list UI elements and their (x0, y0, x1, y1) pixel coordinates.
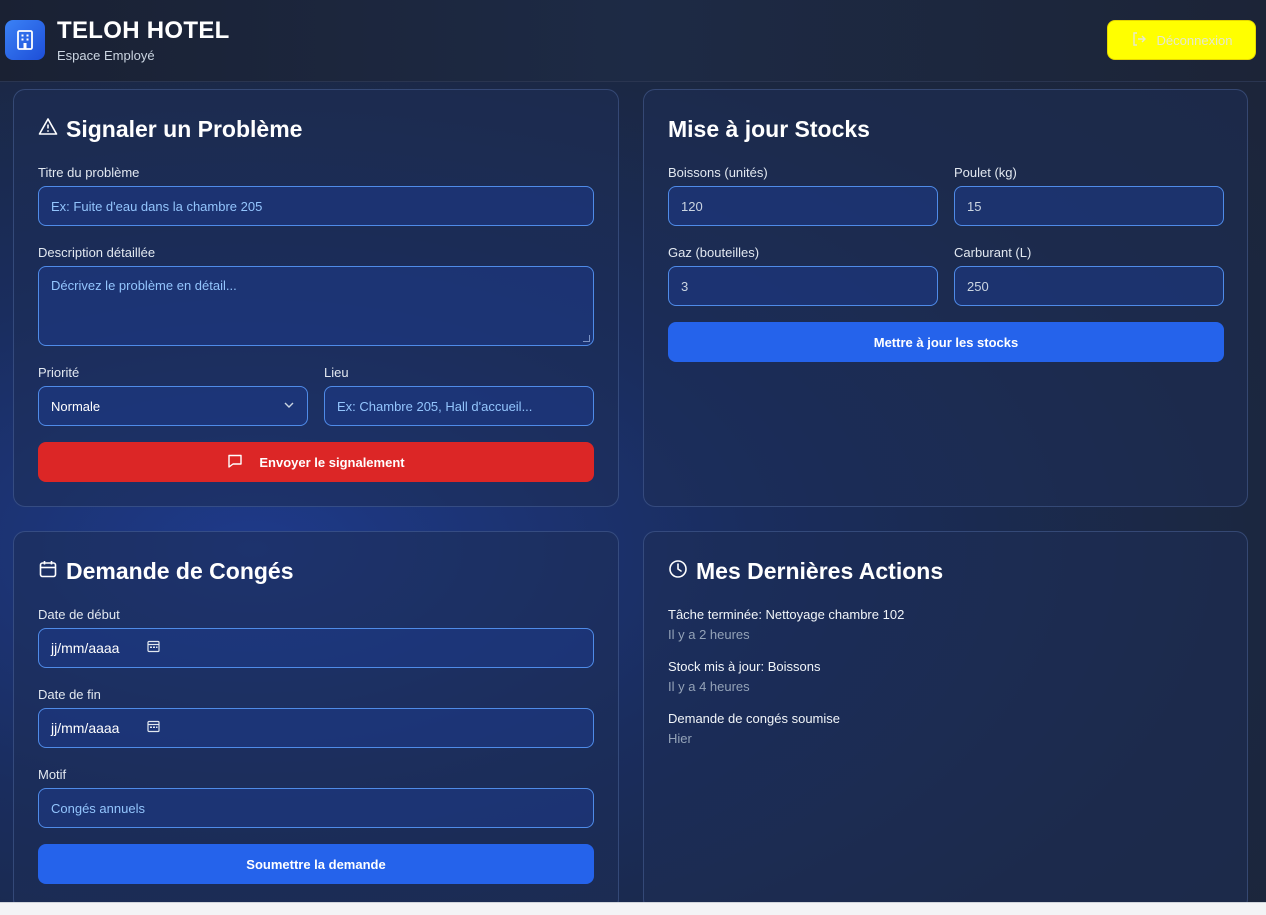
end-date-label: Date de fin (38, 687, 101, 702)
calendar-picker-icon[interactable] (147, 640, 161, 656)
recent-actions-title: Mes Dernières Actions (696, 558, 944, 584)
start-date-input[interactable]: jj/mm/aaaa (38, 628, 594, 668)
bottom-edge (0, 902, 1266, 915)
logout-icon (1131, 31, 1147, 50)
priority-label: Priorité (38, 365, 80, 380)
app-subtitle: Espace Employé (57, 48, 155, 63)
end-date-placeholder: jj/mm/aaaa (51, 720, 120, 736)
reason-label: Motif (38, 767, 67, 782)
logout-button[interactable]: Déconnexion (1107, 20, 1256, 60)
reason-input[interactable]: Congés annuels (38, 788, 594, 828)
top-header: TELOH HOTEL Espace Employé Déconnexion (0, 0, 1266, 82)
gas-label: Gaz (bouteilles) (668, 245, 760, 260)
drinks-input[interactable]: 120 (668, 186, 938, 226)
gas-input[interactable]: 3 (668, 266, 938, 306)
recent-actions-heading: Mes Dernières Actions (668, 558, 943, 585)
action-item-time: Hier (668, 731, 692, 746)
priority-value: Normale (51, 398, 101, 414)
chevron-down-icon (283, 399, 295, 414)
send-report-button[interactable]: Envoyer le signalement (38, 442, 594, 482)
location-input[interactable]: Ex: Chambre 205, Hall d'accueil... (324, 386, 594, 426)
action-item-title: Stock mis à jour: Boissons (668, 659, 821, 674)
description-label: Description détaillée (38, 245, 156, 260)
fuel-label: Carburant (L) (954, 245, 1032, 260)
message-square-icon (227, 453, 243, 472)
leave-request-heading: Demande de Congés (38, 558, 294, 585)
start-date-placeholder: jj/mm/aaaa (51, 640, 120, 656)
drinks-label: Boissons (unités) (668, 165, 768, 180)
priority-select[interactable]: Normale (38, 386, 308, 426)
leave-request-card: Demande de Congés Date de début jj/mm/aa… (13, 531, 619, 911)
report-problem-card: Signaler un Problème Titre du problème E… (13, 89, 619, 507)
location-label: Lieu (324, 365, 349, 380)
fuel-input[interactable]: 250 (954, 266, 1224, 306)
hotel-building-icon (5, 20, 45, 60)
resize-handle[interactable] (583, 335, 590, 342)
app-title: TELOH HOTEL (57, 17, 230, 44)
end-date-input[interactable]: jj/mm/aaaa (38, 708, 594, 748)
problem-title-input[interactable]: Ex: Fuite d'eau dans la chambre 205 (38, 186, 594, 226)
send-report-label: Envoyer le signalement (259, 454, 405, 470)
warning-triangle-icon (38, 116, 58, 143)
submit-leave-button[interactable]: Soumettre la demande (38, 844, 594, 884)
description-placeholder: Décrivez le problème en détail... (51, 278, 237, 293)
start-date-label: Date de début (38, 607, 120, 622)
action-item-title: Tâche terminée: Nettoyage chambre 102 (668, 607, 905, 622)
calendar-icon (38, 558, 58, 585)
clock-icon (668, 558, 688, 585)
chicken-label: Poulet (kg) (954, 165, 1017, 180)
update-stocks-button[interactable]: Mettre à jour les stocks (668, 322, 1224, 362)
leave-request-title: Demande de Congés (66, 558, 294, 584)
problem-title-label: Titre du problème (38, 165, 140, 180)
action-item-time: Il y a 2 heures (668, 627, 750, 642)
action-item-time: Il y a 4 heures (668, 679, 750, 694)
description-textarea[interactable]: Décrivez le problème en détail... (38, 266, 594, 346)
action-item-title: Demande de congés soumise (668, 711, 840, 726)
stock-update-card: Mise à jour Stocks Boissons (unités) 120… (643, 89, 1248, 507)
logout-label: Déconnexion (1156, 32, 1233, 48)
chicken-input[interactable]: 15 (954, 186, 1224, 226)
calendar-picker-icon[interactable] (147, 720, 161, 736)
stock-update-title: Mise à jour Stocks (668, 116, 870, 142)
report-problem-title: Signaler un Problème (66, 116, 303, 142)
recent-actions-card: Mes Dernières Actions Tâche terminée: Ne… (643, 531, 1248, 911)
report-problem-heading: Signaler un Problème (38, 116, 302, 143)
